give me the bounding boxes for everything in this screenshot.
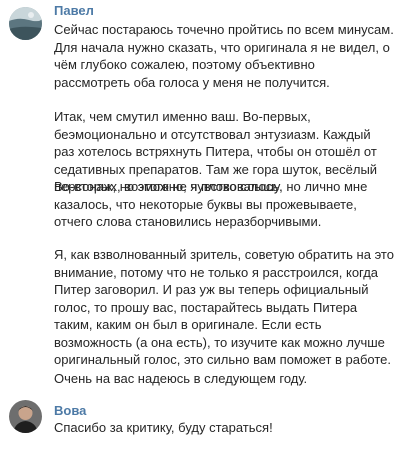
avatar-pavel[interactable] (9, 7, 42, 40)
avatar-photo-icon (9, 7, 42, 40)
author-name[interactable]: Вова (54, 403, 86, 418)
message-paragraph: Очень на вас надеюсь в следующем году. (54, 371, 308, 386)
avatar-vova[interactable] (9, 400, 42, 433)
author-name[interactable]: Павел (54, 3, 94, 18)
avatar-photo-icon (9, 400, 42, 433)
message-paragraph: Сейчас постараюсь точечно пройтись по вс… (54, 22, 394, 90)
message-paragraph: Я, как взволнованный зритель, советую об… (54, 247, 394, 367)
message-paragraph: Спасибо за критику, буду стараться! (54, 420, 273, 435)
message-paragraph: Во-вторых, возможно, я плохо слышу, но л… (54, 179, 368, 229)
message-pavel: Павел Сейчас постараюсь точечно пройтись… (0, 0, 400, 392)
message-vova: Вова Спасибо за критику, буду стараться! (0, 392, 400, 457)
